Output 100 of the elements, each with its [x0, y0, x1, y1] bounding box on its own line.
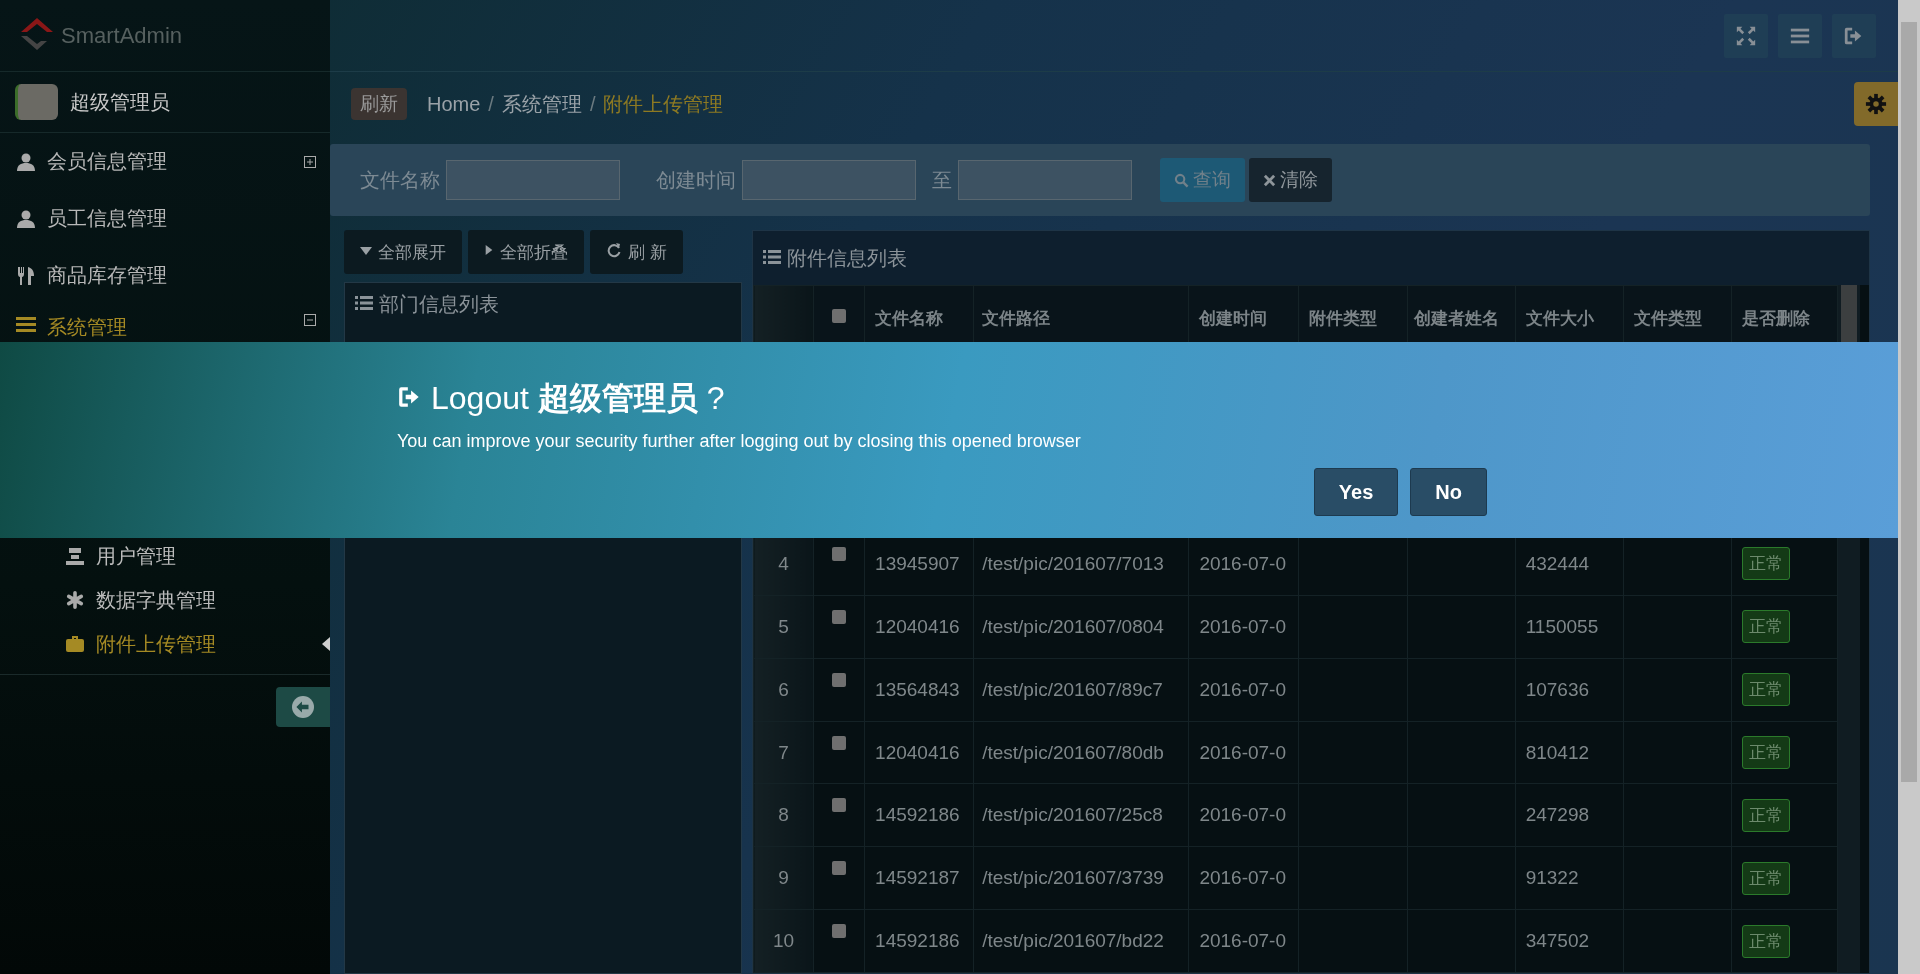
settings-button[interactable] — [1854, 82, 1898, 126]
breadcrumb-separator: / — [488, 92, 494, 116]
nav-label: 附件上传管理 — [96, 631, 217, 657]
dialog-message: You can improve your security further after logging out by closing this opened browser — [397, 431, 1082, 452]
dialog-button[interactable]: No — [1410, 468, 1487, 516]
fullscreen-icon — [1735, 24, 1757, 47]
table-cell: 2016-07-0 — [1188, 721, 1299, 784]
active-pointer-icon — [322, 637, 330, 651]
field-label: 文件名称 — [360, 167, 440, 193]
field-label: 创建时间 — [656, 167, 736, 193]
row-number: 5 — [753, 595, 814, 659]
arrow-left-circle-icon — [292, 696, 314, 718]
table-cell: 2016-07-0 — [1188, 846, 1299, 910]
nav-item[interactable]: 员工信息管理 — [0, 190, 330, 247]
status-tag: 正常 — [1741, 924, 1790, 958]
nav-subitem[interactable]: 用户管理 — [0, 534, 330, 578]
table-cell: 247298 — [1515, 783, 1624, 847]
table-cell: 14592186 — [864, 909, 974, 973]
nav-item[interactable]: 商品库存管理 — [0, 247, 330, 304]
row-number: 8 — [753, 783, 814, 847]
row-checkbox[interactable] — [832, 798, 847, 813]
user-name[interactable]: 超级管理员 — [70, 88, 170, 116]
status-tag: 正常 — [1741, 547, 1790, 581]
table-cell: 14592187 — [864, 846, 974, 910]
table-cell: 347502 — [1515, 909, 1624, 973]
table-cell: 14592186 — [864, 783, 974, 847]
table-cell: 107636 — [1515, 658, 1624, 722]
dialog-title: Logout 超级管理员 ? — [431, 379, 725, 418]
table-cell: /test/pic/201607/3739 — [973, 846, 1189, 910]
row-checkbox[interactable] — [832, 861, 847, 876]
nav-label: 商品库存管理 — [47, 263, 168, 288]
nav-label: 数据字典管理 — [96, 587, 217, 613]
collapse-sidebar-button[interactable] — [276, 687, 330, 727]
briefcase-icon — [64, 634, 86, 654]
toolbar-button[interactable]: 全部折叠 — [468, 230, 584, 274]
table-cell: /test/pic/201607/0804 — [973, 595, 1189, 659]
nav-subitem[interactable]: 数据字典管理 — [0, 578, 330, 622]
toolbar-button[interactable]: 全部展开 — [344, 230, 462, 274]
field-label: 至 — [932, 167, 952, 193]
status-tag: 正常 — [1741, 610, 1790, 644]
collapse-icon[interactable] — [304, 314, 316, 326]
nav-label: 员工信息管理 — [47, 206, 168, 231]
table-cell: 2016-07-0 — [1188, 595, 1299, 659]
logout-button[interactable] — [1832, 13, 1876, 58]
stack-icon — [64, 546, 86, 566]
row-checkbox[interactable] — [832, 924, 847, 939]
nav-label: 系统管理 — [47, 315, 128, 340]
table-cell: /test/pic/201607/89c7 — [973, 658, 1189, 722]
table-cell: 13564843 — [864, 658, 974, 722]
nav-item[interactable]: 会员信息管理 — [0, 133, 330, 190]
date-field[interactable] — [742, 160, 916, 200]
table-cell: 2016-07-0 — [1188, 909, 1299, 973]
status-tag: 正常 — [1741, 736, 1790, 769]
row-checkbox[interactable] — [832, 609, 847, 624]
nav-item[interactable]: 系统管理 — [0, 304, 330, 356]
asterisk-icon — [64, 591, 86, 609]
table-cell: 2016-07-0 — [1188, 783, 1299, 847]
clear-button[interactable]: 清除 — [1249, 158, 1332, 202]
row-number: 9 — [753, 846, 814, 910]
table-cell: 1150055 — [1515, 595, 1624, 659]
menu-button[interactable] — [1778, 13, 1822, 58]
page-scrollbar[interactable] — [1898, 0, 1920, 974]
nav-label: 会员信息管理 — [47, 149, 168, 174]
status-tag: 正常 — [1741, 861, 1790, 895]
breadcrumb-link[interactable]: 系统管理 — [501, 90, 582, 118]
nav-label: 用户管理 — [96, 543, 177, 569]
search-icon — [1174, 172, 1189, 188]
panel-title: 部门信息列表 — [379, 291, 499, 317]
table-cell: 91322 — [1515, 846, 1624, 910]
cutlery-icon — [15, 265, 37, 286]
table-cell: 12040416 — [864, 595, 974, 659]
table-cell: /test/pic/201607/bd22 — [973, 909, 1189, 973]
breadcrumb-link[interactable]: Home — [427, 92, 481, 116]
fullscreen-button[interactable] — [1724, 13, 1768, 58]
row-number: 7 — [753, 721, 814, 784]
gear-icon — [1865, 93, 1887, 115]
input-field[interactable] — [446, 160, 620, 200]
dialog-button[interactable]: Yes — [1313, 468, 1399, 516]
status-tag: 正常 — [1741, 673, 1790, 707]
row-checkbox[interactable] — [832, 735, 847, 750]
close-icon — [1263, 173, 1276, 187]
row-checkbox[interactable] — [832, 672, 847, 687]
table-cell: 12040416 — [864, 721, 974, 784]
list-icon — [15, 314, 37, 334]
table-cell: /test/pic/201607/80db — [973, 721, 1189, 784]
date-field[interactable] — [958, 160, 1132, 200]
row-number: 10 — [753, 909, 814, 973]
breadcrumb-separator: / — [589, 92, 596, 116]
select-all-checkbox[interactable] — [832, 308, 847, 323]
toolbar-button[interactable]: 刷 新 — [590, 230, 683, 274]
expand-icon[interactable] — [304, 155, 316, 168]
row-checkbox[interactable] — [832, 547, 847, 562]
table-cell: /test/pic/201607/25c8 — [973, 783, 1189, 847]
status-tag: 正常 — [1741, 798, 1790, 832]
avatar — [15, 84, 58, 120]
nav-subitem[interactable]: 附件上传管理 — [0, 622, 330, 666]
table-cell: 810412 — [1515, 721, 1624, 784]
refresh-button[interactable]: 刷新 — [351, 88, 407, 120]
panel-title: 附件信息列表 — [787, 245, 907, 271]
user-icon — [15, 208, 37, 229]
